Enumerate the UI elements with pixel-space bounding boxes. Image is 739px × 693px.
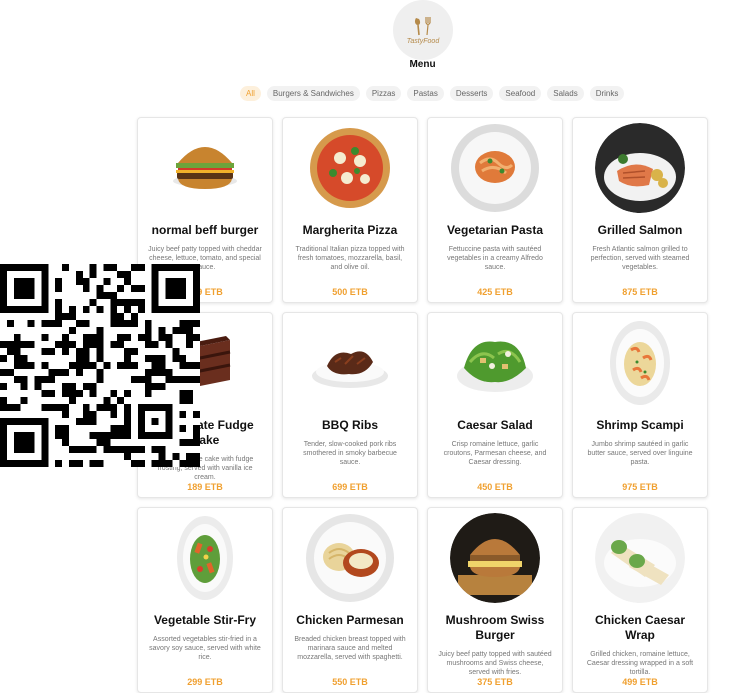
ribs-image <box>305 318 395 408</box>
menu-item-card[interactable]: Caesar Salad Crisp romaine lettuce, garl… <box>427 312 563 498</box>
chicken-parm-image <box>305 513 395 603</box>
menu-item-card[interactable]: Chicken Caesar Wrap Grilled chicken, rom… <box>572 507 708 693</box>
item-name: Caesar Salad <box>457 418 533 432</box>
item-price: 499 ETB <box>622 677 658 687</box>
item-name: Margherita Pizza <box>302 223 398 237</box>
menu-item-card[interactable]: Chicken Parmesan Breaded chicken breast … <box>282 507 418 693</box>
burger-image <box>160 123 250 213</box>
logo[interactable]: TastyFood <box>393 0 453 60</box>
shrimp-image <box>595 318 685 408</box>
item-name: Vegetable Stir-Fry <box>153 613 257 627</box>
page-title: Menu <box>409 59 436 70</box>
item-description: Breaded chicken breast topped with marin… <box>294 636 406 661</box>
menu-item-card[interactable]: Mushroom Swiss Burger Juicy beef patty t… <box>427 507 563 693</box>
tab-pastas[interactable]: Pastas <box>407 86 444 101</box>
item-name: Shrimp Scampi <box>596 418 684 432</box>
item-name: BBQ Ribs <box>321 418 378 432</box>
tab-desserts[interactable]: Desserts <box>449 86 494 101</box>
item-price: 875 ETB <box>622 287 658 297</box>
tab-all[interactable]: All <box>240 86 261 101</box>
salad-image <box>450 318 540 408</box>
tab-burgers-sandwiches[interactable]: Burgers & Sandwiches <box>266 86 360 101</box>
utensils-icon <box>414 17 431 36</box>
item-name: Grilled Salmon <box>597 223 683 237</box>
category-tabs: All Burgers & Sandwiches Pizzas Pastas D… <box>240 86 625 101</box>
item-price: 375 ETB <box>477 677 513 687</box>
tab-pizzas[interactable]: Pizzas <box>365 86 402 101</box>
pizza-image <box>305 123 395 213</box>
item-description: Crisp romaine lettuce, garlic croutons, … <box>443 441 547 466</box>
item-description: Juicy beef patty topped with sautéed mus… <box>438 651 552 676</box>
pasta-image <box>450 123 540 213</box>
menu-item-card[interactable]: Shrimp Scampi Jumbo shrimp sautéed in ga… <box>572 312 708 498</box>
item-price: 425 ETB <box>477 287 513 297</box>
item-name: normal beff burger <box>151 223 259 237</box>
item-description: Traditional Italian pizza topped with fr… <box>295 246 405 271</box>
item-name: Mushroom Swiss Burger <box>445 613 545 642</box>
item-name: Chicken Caesar Wrap <box>594 613 686 642</box>
header: TastyFood Menu <box>0 0 739 80</box>
logo-text: TastyFood <box>406 38 440 45</box>
item-name: Chicken Parmesan <box>296 613 404 627</box>
item-price: 500 ETB <box>332 287 368 297</box>
item-price: 450 ETB <box>477 482 513 492</box>
stirfry-image <box>160 513 250 603</box>
item-price: 189 ETB <box>187 482 223 492</box>
tab-seafood[interactable]: Seafood <box>499 86 542 101</box>
item-description: Tender, slow-cooked pork ribs smothered … <box>303 441 397 466</box>
item-description: Fresh Atlantic salmon grilled to perfect… <box>590 246 690 271</box>
item-price: 550 ETB <box>332 677 368 687</box>
menu-grid: normal beff burger Juicy beef patty topp… <box>137 117 708 693</box>
item-description: Assorted vegetables stir-fried in a savo… <box>149 636 261 661</box>
menu-item-card[interactable]: Margherita Pizza Traditional Italian piz… <box>282 117 418 303</box>
menu-item-card[interactable]: Vegetable Stir-Fry Assorted vegetables s… <box>137 507 273 693</box>
qr-code-icon[interactable] <box>0 264 200 467</box>
tab-drinks[interactable]: Drinks <box>589 86 625 101</box>
item-description: Jumbo shrimp sautéed in garlic butter sa… <box>587 441 693 466</box>
item-price: 299 ETB <box>187 677 223 687</box>
mushroom-burger-image <box>450 513 540 603</box>
item-description: Grilled chicken, romaine lettuce, Caesar… <box>586 651 694 676</box>
salmon-image <box>595 123 685 213</box>
menu-item-card[interactable]: BBQ Ribs Tender, slow-cooked pork ribs s… <box>282 312 418 498</box>
item-price: 975 ETB <box>622 482 658 492</box>
menu-item-card[interactable]: Grilled Salmon Fresh Atlantic salmon gri… <box>572 117 708 303</box>
item-description: Fettuccine pasta with sautéed vegetables… <box>447 246 543 271</box>
tab-salads[interactable]: Salads <box>547 86 584 101</box>
item-name: Vegetarian Pasta <box>446 223 544 237</box>
menu-item-card[interactable]: Vegetarian Pasta Fettuccine pasta with s… <box>427 117 563 303</box>
wrap-image <box>595 513 685 603</box>
item-price: 699 ETB <box>332 482 368 492</box>
